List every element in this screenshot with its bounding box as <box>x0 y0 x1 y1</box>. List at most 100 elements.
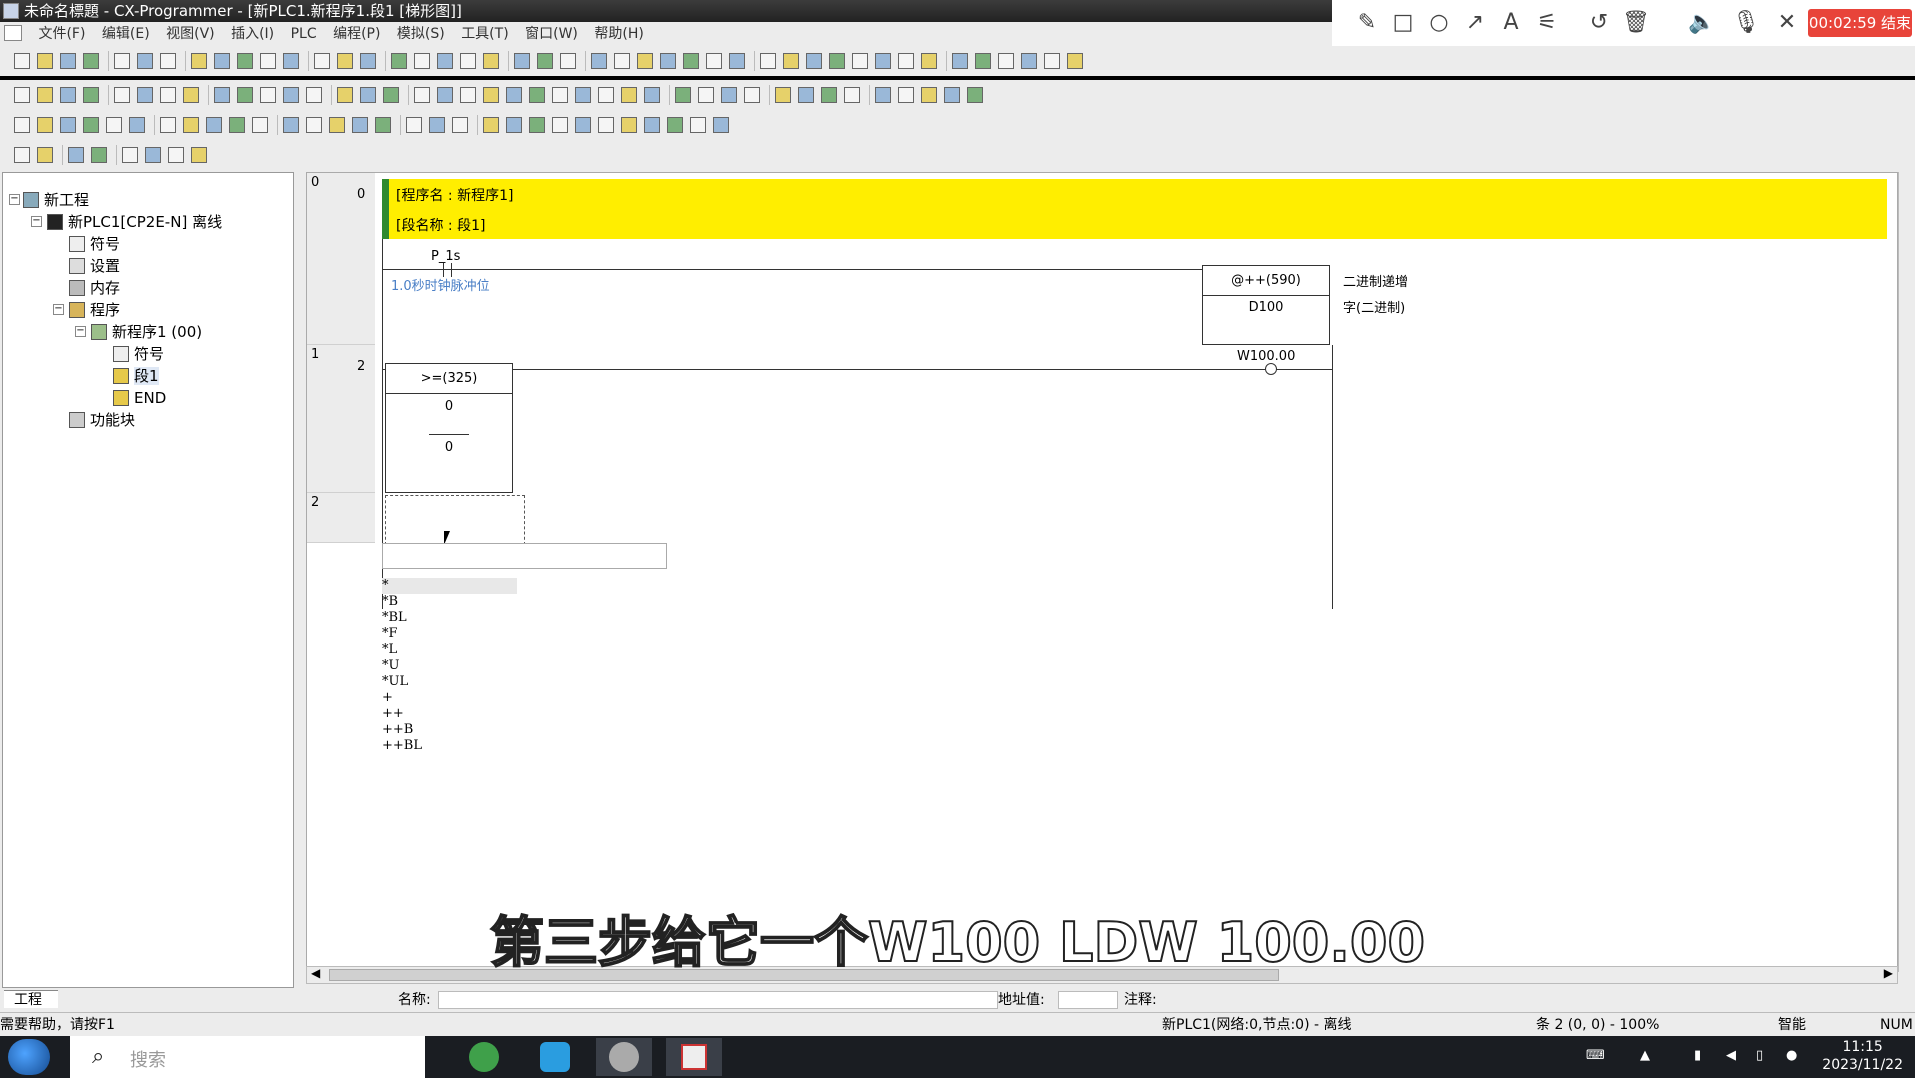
toolbar-button-icon[interactable] <box>506 87 522 103</box>
completion-item[interactable]: *L <box>382 642 517 658</box>
tree-item-programs[interactable]: 程序 <box>69 299 120 321</box>
toolbar-button-icon[interactable] <box>37 87 53 103</box>
trash-icon[interactable]: 🗑 <box>1622 10 1650 36</box>
toolbar-button-icon[interactable] <box>229 117 245 133</box>
compare-instruction[interactable]: >=(325) 0 0 <box>385 363 513 493</box>
toolbar-button-icon[interactable] <box>698 87 714 103</box>
toolbar-button-icon[interactable] <box>729 53 745 69</box>
recording-timer[interactable]: 00:02:59 结束 <box>1808 9 1912 37</box>
toolbar-button-icon[interactable] <box>921 87 937 103</box>
toolbar-button-icon[interactable] <box>106 117 122 133</box>
battery-icon[interactable]: ▯ <box>1756 1048 1772 1064</box>
toolbar-button-icon[interactable] <box>414 87 430 103</box>
undo-icon[interactable]: ↺ <box>1586 10 1612 36</box>
toolbar-button-icon[interactable] <box>690 117 706 133</box>
toolbar-button-icon[interactable] <box>706 53 722 69</box>
toolbar-button-icon[interactable] <box>37 53 53 69</box>
toolbar-button-icon[interactable] <box>122 147 138 163</box>
completion-item[interactable]: *F <box>382 626 517 642</box>
toolbar-button-icon[interactable] <box>898 53 914 69</box>
toolbar-button-icon[interactable] <box>406 117 422 133</box>
tree-item-program1[interactable]: 新程序1 (00) <box>91 321 202 343</box>
toolbar-button-icon[interactable] <box>360 87 376 103</box>
toolbar-button-icon[interactable] <box>283 117 299 133</box>
toolbar-button-icon[interactable] <box>460 87 476 103</box>
toolbar-button-icon[interactable] <box>944 87 960 103</box>
volume-icon[interactable]: ◀ <box>1726 1048 1742 1064</box>
toolbar-button-icon[interactable] <box>506 117 522 133</box>
completion-item[interactable]: * <box>382 578 517 594</box>
toolbar-button-icon[interactable] <box>821 87 837 103</box>
tree-item-project[interactable]: 新工程 <box>23 189 89 211</box>
toolbar-button-icon[interactable] <box>214 53 230 69</box>
menu-view[interactable]: 视图(V) <box>160 22 221 46</box>
increment-instruction[interactable]: @++(590) D100 <box>1202 265 1330 345</box>
tree-item-symbols[interactable]: 符号 <box>69 233 120 255</box>
toolbar-button-icon[interactable] <box>783 53 799 69</box>
toolbar-button-icon[interactable] <box>637 53 653 69</box>
toolbar-button-icon[interactable] <box>183 87 199 103</box>
toolbar-button-icon[interactable] <box>283 53 299 69</box>
toolbar-button-icon[interactable] <box>875 53 891 69</box>
toolbar-button-icon[interactable] <box>60 87 76 103</box>
toolbar-button-icon[interactable] <box>644 117 660 133</box>
tray-expand-icon[interactable]: ▲ <box>1640 1048 1656 1064</box>
completion-item[interactable]: ++BL <box>382 738 517 754</box>
collapse-programs-icon[interactable]: − <box>53 304 64 315</box>
toolbar-button-icon[interactable] <box>337 87 353 103</box>
completion-item[interactable]: ++B <box>382 722 517 738</box>
toolbar-button-icon[interactable] <box>360 53 376 69</box>
circle-icon[interactable]: ○ <box>1426 10 1452 36</box>
toolbar-button-icon[interactable] <box>306 117 322 133</box>
vertical-scrollbar[interactable] <box>1898 172 1915 972</box>
address-field[interactable] <box>1058 991 1118 1009</box>
menu-plc[interactable]: PLC <box>285 22 323 46</box>
toolbar-button-icon[interactable] <box>967 87 983 103</box>
toolbar-button-icon[interactable] <box>260 53 276 69</box>
text-icon[interactable]: A <box>1498 10 1524 36</box>
toolbar-button-icon[interactable] <box>952 53 968 69</box>
toolbar-button-icon[interactable] <box>352 117 368 133</box>
toolbar-button-icon[interactable] <box>660 53 676 69</box>
toolbar-button-icon[interactable] <box>237 87 253 103</box>
completion-item[interactable]: + <box>382 690 517 706</box>
toolbar-button-icon[interactable] <box>598 87 614 103</box>
speaker-icon[interactable]: 🔈 <box>1688 10 1715 36</box>
completion-item[interactable]: *BL <box>382 610 517 626</box>
toolbar-button-icon[interactable] <box>183 117 199 133</box>
completion-item[interactable]: *U <box>382 658 517 674</box>
rectangle-icon[interactable]: □ <box>1390 10 1416 36</box>
toolbar-button-icon[interactable] <box>483 53 499 69</box>
menu-tools[interactable]: 工具(T) <box>455 22 514 46</box>
toolbar-button-icon[interactable] <box>675 87 691 103</box>
output-coil[interactable] <box>1265 363 1277 375</box>
toolbar-button-icon[interactable] <box>214 87 230 103</box>
toolbar-button-icon[interactable] <box>191 53 207 69</box>
arrow-icon[interactable]: ↗ <box>1462 10 1488 36</box>
toolbar-button-icon[interactable] <box>921 53 937 69</box>
toolbar-button-icon[interactable] <box>114 53 130 69</box>
toolbar-button-icon[interactable] <box>744 87 760 103</box>
toolbar-button-icon[interactable] <box>798 87 814 103</box>
toolbar-button-icon[interactable] <box>560 53 576 69</box>
toolbar-button-icon[interactable] <box>552 87 568 103</box>
toolbar-button-icon[interactable] <box>529 117 545 133</box>
toolbar-button-icon[interactable] <box>68 147 84 163</box>
toolbar-button-icon[interactable] <box>429 117 445 133</box>
menu-window[interactable]: 窗口(W) <box>519 22 584 46</box>
ladder-diagram[interactable]: 0 0 [程序名 : 新程序1] [段名称 : 段1] P_1s 1.0秒时钟脉… <box>306 172 1898 972</box>
taskbar-app-cxprogrammer[interactable] <box>666 1038 722 1076</box>
instruction-input[interactable] <box>382 543 667 569</box>
toolbar-button-icon[interactable] <box>160 53 176 69</box>
tree-item-end[interactable]: END <box>113 387 166 409</box>
toolbar-button-icon[interactable] <box>83 117 99 133</box>
toolbar-button-icon[interactable] <box>37 117 53 133</box>
toolbar-button-icon[interactable] <box>383 87 399 103</box>
toolbar-button-icon[interactable] <box>160 87 176 103</box>
collapse-root-icon[interactable]: − <box>9 194 20 205</box>
toolbar-button-icon[interactable] <box>683 53 699 69</box>
toolbar-button-icon[interactable] <box>537 53 553 69</box>
toolbar-button-icon[interactable] <box>83 87 99 103</box>
completion-item[interactable]: *UL <box>382 674 517 690</box>
toolbar-button-icon[interactable] <box>460 53 476 69</box>
